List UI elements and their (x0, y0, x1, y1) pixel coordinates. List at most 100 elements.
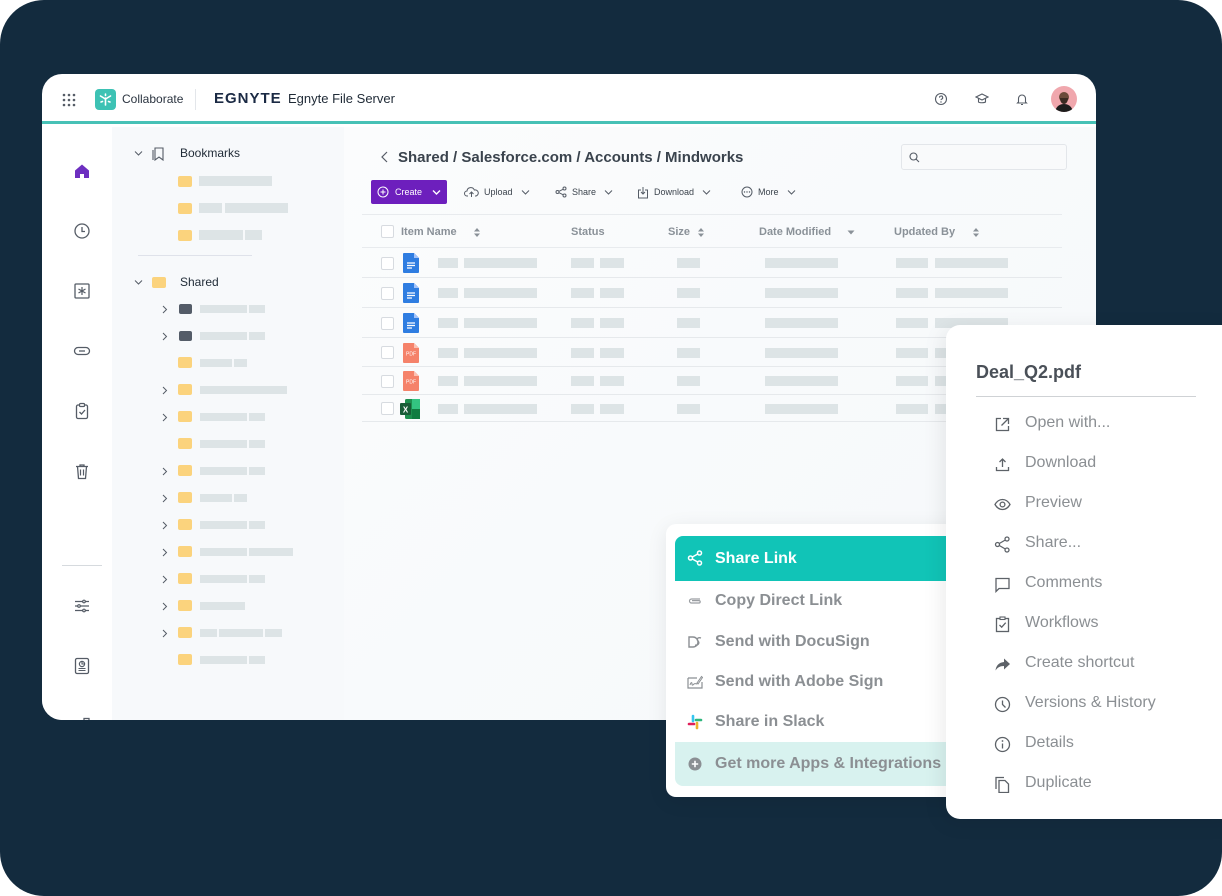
row-checkbox[interactable] (381, 374, 394, 388)
apps-grid-icon[interactable] (62, 93, 76, 107)
get-more-apps-item[interactable]: Get more Apps & Integrations (675, 742, 972, 786)
download-item[interactable]: Download (994, 452, 1214, 476)
create-button[interactable]: Create (371, 180, 447, 204)
search-input[interactable] (924, 148, 1062, 166)
top-bar: Collaborate EGNYTE Egnyte File Server (42, 74, 1096, 124)
col-size[interactable]: Size (668, 226, 690, 238)
placeholder-text (200, 629, 217, 637)
adobe-sign-item[interactable]: Send with Adobe Sign (675, 662, 972, 702)
row-checkbox[interactable] (381, 256, 394, 270)
back-chevron-icon[interactable] (380, 151, 389, 163)
create-shortcut-item[interactable]: Create shortcut (994, 652, 1214, 676)
user-avatar[interactable] (1051, 86, 1077, 112)
chevron-right-icon[interactable] (160, 332, 169, 341)
help-icon[interactable] (934, 92, 948, 106)
share-label: Share... (1025, 534, 1082, 551)
select-all-checkbox[interactable] (381, 225, 394, 238)
settings-sliders-icon[interactable] (73, 597, 91, 615)
chevron-right-icon[interactable] (160, 629, 169, 638)
placeholder-text (571, 347, 594, 358)
product-name[interactable]: Collaborate (122, 92, 183, 106)
placeholder-text (464, 403, 537, 414)
sort-icon[interactable] (972, 227, 980, 238)
bell-icon[interactable] (1015, 92, 1029, 106)
row-checkbox[interactable] (381, 346, 394, 359)
chevron-right-icon[interactable] (160, 467, 169, 476)
chevron-right-icon[interactable] (160, 386, 169, 395)
bookmarks-label[interactable]: Bookmarks (180, 146, 240, 160)
share-label: Share (572, 187, 597, 197)
col-date-modified[interactable]: Date Modified (759, 226, 831, 238)
table-row[interactable] (362, 248, 1062, 278)
col-status[interactable]: Status (571, 226, 605, 238)
placeholder-text (677, 403, 700, 414)
link-icon[interactable] (73, 342, 91, 360)
docusign-item[interactable]: Send with DocuSign (675, 622, 972, 662)
download-button[interactable]: Download (637, 180, 711, 204)
google-doc-icon (403, 313, 419, 333)
trash-icon[interactable] (73, 462, 91, 480)
chevron-down-icon[interactable] (134, 149, 143, 158)
comments-item[interactable]: Comments (994, 572, 1214, 596)
excel-file-icon: X (400, 398, 420, 419)
placeholder-text (464, 258, 537, 268)
duplicate-item[interactable]: Duplicate (994, 772, 1214, 796)
chevron-right-icon[interactable] (160, 305, 169, 314)
chevron-right-icon[interactable] (160, 575, 169, 584)
workflow-icon (995, 616, 1010, 633)
pdf-file-icon: PDF (403, 342, 419, 363)
workflows-item[interactable]: Workflows (994, 612, 1214, 636)
sort-desc-icon[interactable] (847, 228, 855, 239)
details-item[interactable]: Details (994, 732, 1214, 756)
sort-icon[interactable] (473, 227, 481, 238)
chevron-right-icon[interactable] (160, 548, 169, 557)
placeholder-text (765, 376, 838, 386)
clock-icon[interactable] (73, 222, 91, 240)
download-icon (638, 186, 648, 198)
versions-history-item[interactable]: Versions & History (994, 692, 1214, 716)
row-checkbox[interactable] (381, 286, 394, 300)
col-item-name[interactable]: Item Name (401, 226, 457, 238)
placeholder-text (896, 258, 928, 268)
share-link-item[interactable]: Share Link (675, 536, 972, 581)
apps-icon[interactable] (73, 717, 91, 720)
tasks-icon[interactable] (73, 402, 91, 420)
chevron-right-icon[interactable] (160, 413, 169, 422)
shared-label[interactable]: Shared (180, 275, 219, 289)
chevron-right-icon[interactable] (160, 494, 169, 503)
copy-direct-link-item[interactable]: Copy Direct Link (675, 581, 972, 621)
open-with-label: Open with... (1025, 414, 1111, 431)
chevron-right-icon[interactable] (160, 602, 169, 611)
reports-icon[interactable] (73, 657, 91, 675)
file-context-menu: Deal_Q2.pdf Open with... Download Previe… (946, 325, 1222, 819)
table-row[interactable] (362, 278, 1062, 308)
preview-item[interactable]: Preview (994, 492, 1214, 516)
learning-icon[interactable] (975, 92, 989, 106)
placeholder-text (438, 318, 458, 328)
sort-icon[interactable] (697, 227, 705, 238)
search-box[interactable] (901, 144, 1067, 170)
row-checkbox[interactable] (381, 316, 394, 330)
upload-button[interactable]: Upload (464, 180, 530, 204)
briefcase-icon (179, 304, 192, 314)
placeholder-text (200, 575, 247, 583)
starred-icon[interactable] (73, 282, 91, 300)
chevron-right-icon[interactable] (160, 521, 169, 530)
breadcrumb[interactable]: Shared / Salesforce.com / Accounts / Min… (398, 149, 743, 166)
details-label: Details (1025, 734, 1074, 751)
home-icon[interactable] (73, 162, 91, 180)
col-updated-by[interactable]: Updated By (894, 226, 955, 238)
placeholder-text (200, 332, 247, 340)
open-with-item[interactable]: Open with... (994, 412, 1214, 436)
placeholder-text (600, 376, 624, 386)
more-button[interactable]: More (741, 180, 796, 204)
share-button[interactable]: Share (555, 180, 613, 204)
folder-icon (178, 203, 192, 214)
chevron-down-icon[interactable] (134, 278, 143, 287)
slack-item[interactable]: Share in Slack (675, 702, 972, 742)
share-item[interactable]: Share... (994, 532, 1214, 556)
table-header: Item Name Status Size Date Modified Upda… (362, 214, 1062, 248)
row-checkbox[interactable] (381, 402, 394, 415)
rail-divider (62, 565, 102, 566)
collaborate-logo[interactable] (95, 89, 116, 110)
